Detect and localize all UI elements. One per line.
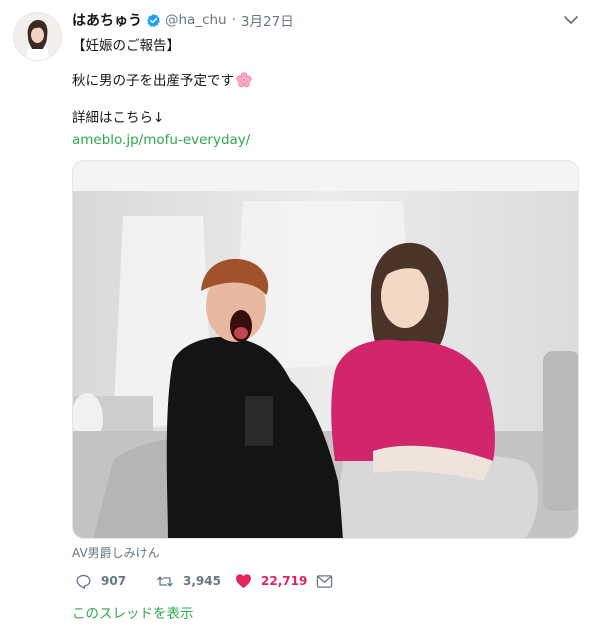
direct-message-button[interactable] bbox=[316, 571, 333, 591]
tweet-text-line: 【妊娠のご報告】 bbox=[72, 38, 180, 54]
tweet-actions: 907 3,945 22,719 bbox=[72, 571, 372, 591]
retweet-button[interactable]: 3,945 bbox=[156, 571, 221, 591]
retweet-count: 3,945 bbox=[183, 574, 221, 588]
display-name[interactable]: はあちゅう bbox=[72, 10, 142, 30]
tweet-text-line: 秋に男の子を出産予定です bbox=[72, 72, 252, 90]
reply-button[interactable]: 907 bbox=[75, 571, 126, 591]
tweet-text-line: 詳細はこちら↓ bbox=[72, 110, 165, 126]
avatar[interactable] bbox=[14, 13, 61, 60]
tweet-timestamp[interactable]: 3月27日 bbox=[241, 10, 294, 30]
heart-icon bbox=[235, 573, 252, 589]
show-thread-link[interactable]: このスレッドを表示 bbox=[72, 602, 194, 622]
tweet-photo[interactable] bbox=[72, 160, 579, 539]
verified-badge-icon bbox=[146, 13, 161, 28]
tweet-header: はあちゅう @ha_chu · 3月27日 bbox=[72, 10, 294, 30]
like-count: 22,719 bbox=[261, 574, 308, 588]
separator-dot: · bbox=[231, 12, 236, 28]
tweet-text-segment: 秋に男の子を出産予定です bbox=[72, 73, 234, 89]
tweet-card[interactable]: はあちゅう @ha_chu · 3月27日 【妊娠のご報告】 秋に男の子を出産予… bbox=[0, 0, 591, 627]
like-button[interactable]: 22,719 bbox=[235, 571, 307, 591]
reply-count: 907 bbox=[101, 574, 127, 588]
user-handle[interactable]: @ha_chu bbox=[165, 12, 227, 28]
tweet-link[interactable]: ameblo.jp/mofu-everyday/ bbox=[72, 131, 250, 149]
retweet-icon bbox=[156, 573, 174, 590]
envelope-icon bbox=[316, 574, 333, 589]
reply-icon bbox=[75, 573, 92, 590]
photo-credit[interactable]: AV男爵しみけん bbox=[72, 544, 160, 561]
cherry-blossom-icon bbox=[236, 72, 252, 88]
chevron-down-icon[interactable] bbox=[562, 12, 580, 28]
